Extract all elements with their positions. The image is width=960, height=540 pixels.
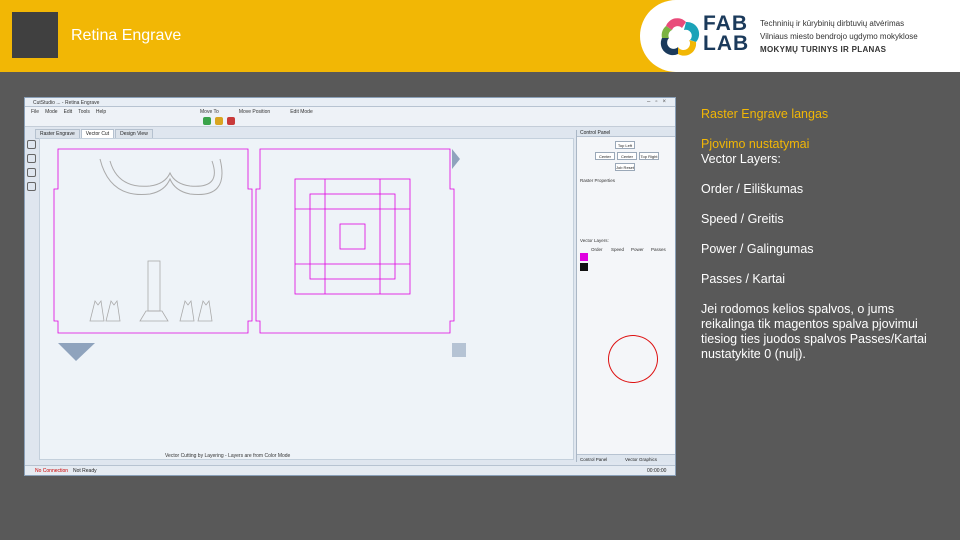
- status-bar: No Connection Not Ready 00:00:00: [25, 465, 675, 475]
- toolbar: File Mode Edit Tools Help Move To Move Positi…: [25, 107, 675, 127]
- window-title: CutStudio ... - Retina Engrave: [33, 100, 100, 106]
- page-title: Retina Engrave: [71, 27, 182, 44]
- cut-layout-drawing: [53, 148, 466, 361]
- ruler-icon[interactable]: [27, 182, 36, 191]
- vector-layers-label: Vector Layers:: [580, 238, 609, 243]
- tab-control-panel[interactable]: Control Panel: [580, 457, 607, 462]
- note-raster-window: Raster Engrave langas: [701, 107, 829, 121]
- highlight-circle: [608, 335, 658, 383]
- note-passes: Passes / Kartai: [701, 272, 786, 286]
- center-button[interactable]: Center: [617, 152, 637, 160]
- toolbar-actions[interactable]: Move To Move Position Edit Mode: [200, 109, 333, 115]
- black-layer-swatch[interactable]: [580, 263, 588, 271]
- col-speed: Speed: [611, 247, 625, 252]
- pan-icon[interactable]: [27, 168, 36, 177]
- note-cut-settings: Pjovimo nustatymai: [701, 137, 810, 151]
- menu-bar[interactable]: File Mode Edit Tools Help: [31, 109, 112, 115]
- note-instruction: Jei rodomos kelios spalvos, o jums reika…: [701, 302, 927, 361]
- note-vector-layers: Vector Layers:: [701, 152, 781, 166]
- instruction-notes: Raster Engrave langas Pjovimo nustatymai…: [701, 107, 941, 362]
- tab-vector-graphics[interactable]: Vector Graphics: [625, 457, 657, 462]
- window-controls[interactable]: –▫×: [647, 99, 671, 105]
- center-left-button[interactable]: Center: [595, 152, 615, 160]
- fablab-wordmark: FAB LAB: [703, 12, 750, 55]
- zoom-icon[interactable]: [27, 154, 36, 163]
- top-left-button[interactable]: Top Left: [615, 141, 635, 149]
- pause-icon[interactable]: [215, 117, 223, 125]
- top-right-button[interactable]: Top Right: [639, 152, 659, 160]
- document-tabs: Raster Engrave Vector Cut Design View: [35, 129, 154, 139]
- stop-icon[interactable]: [227, 117, 235, 125]
- rotate-icon[interactable]: [27, 140, 36, 149]
- col-passes: Passes: [651, 247, 666, 252]
- note-order: Order / Eiliškumas: [701, 182, 804, 196]
- job-time: 00:00:00: [647, 468, 667, 474]
- note-speed: Speed / Greitis: [701, 212, 784, 226]
- connection-status: No Connection: [35, 468, 69, 474]
- design-canvas[interactable]: [39, 138, 574, 460]
- fablab-logo-icon: [660, 18, 700, 56]
- col-power: Power: [631, 247, 644, 252]
- raster-properties-label: Raster Properties: [580, 178, 616, 183]
- ready-status: Not Ready: [73, 468, 97, 474]
- control-panel-title: Control Panel: [577, 130, 675, 137]
- laser-software-screenshot: CutStudio ... - Retina Engrave –▫× File M…: [24, 97, 676, 476]
- canvas-status-note: Vector Cutting by Layering - Layers are …: [165, 453, 291, 459]
- panel-tabs: Control Panel Vector Graphics: [577, 454, 675, 462]
- header-subtitle: Techninių ir kūrybinių dirbtuvių atvėrim…: [760, 19, 918, 54]
- tool-palette: [27, 140, 39, 230]
- note-power: Power / Galingumas: [701, 242, 814, 256]
- header-bar: Retina Engrave FAB LAB Techninių ir kūry…: [0, 0, 960, 72]
- col-order: Order: [591, 247, 603, 252]
- logo-placeholder: [12, 12, 58, 58]
- window-titlebar: CutStudio ... - Retina Engrave –▫×: [25, 98, 675, 107]
- magenta-layer-swatch[interactable]: [580, 253, 588, 261]
- job-reset-button[interactable]: Job Reset: [615, 163, 635, 171]
- play-icon[interactable]: [203, 117, 211, 125]
- control-panel: Control Panel Top Left Center Center Top…: [576, 130, 675, 462]
